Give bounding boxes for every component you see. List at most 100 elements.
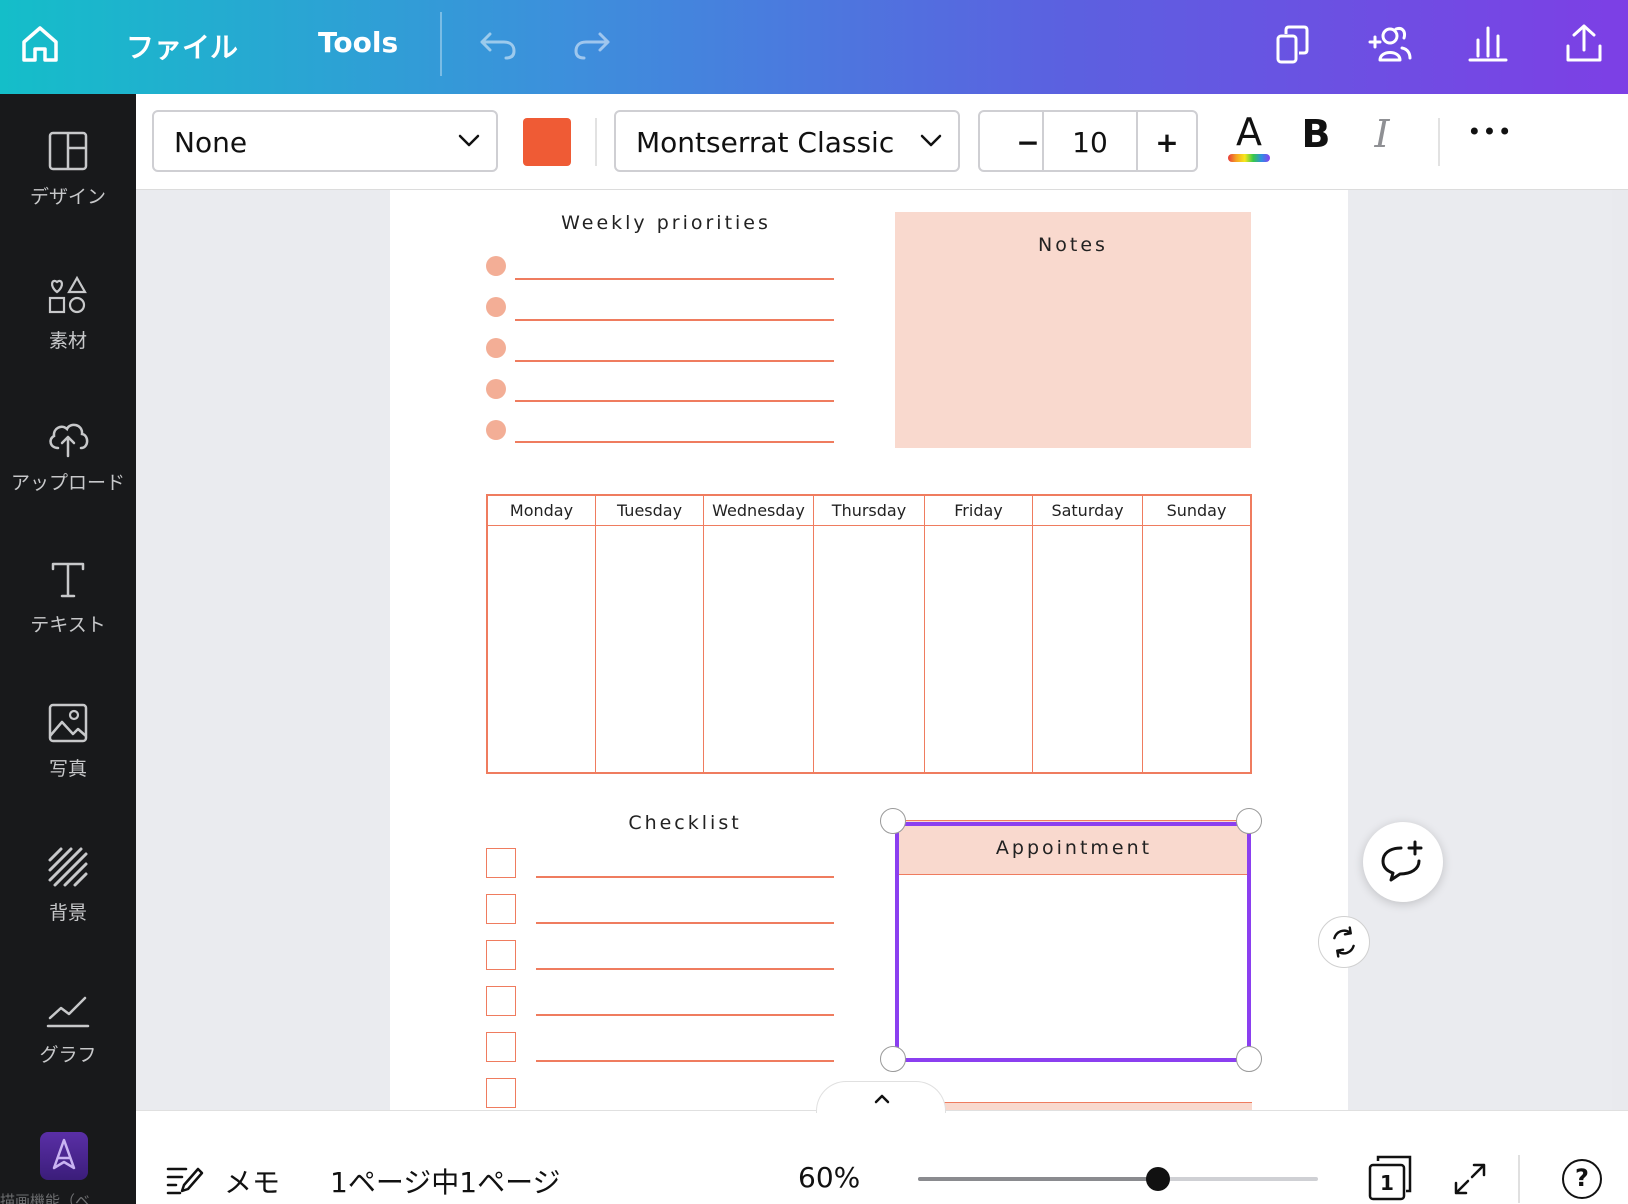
rotate-button[interactable] [1318,916,1370,968]
chevron-down-icon [458,134,480,147]
bold-button[interactable]: B [1292,112,1340,156]
share-people-icon[interactable] [1368,22,1412,66]
notes-pencil-icon[interactable] [166,1163,204,1197]
notes-heading[interactable]: Notes [895,234,1251,256]
bullet-dot[interactable] [486,338,506,358]
priority-line[interactable] [515,360,834,362]
style-select[interactable]: None [152,110,498,172]
priority-line[interactable] [515,278,834,280]
next-section-box[interactable] [896,1102,1252,1110]
increase-font-button[interactable]: + [1138,126,1196,159]
top-bar: ファイル Tools [0,0,1628,94]
chevron-down-icon [920,134,942,147]
selection-outline [895,822,1251,1062]
upload-share-icon[interactable] [1562,22,1606,66]
sidebar-item-label: グラフ [39,1044,97,1066]
priority-line[interactable] [515,319,834,321]
sidebar-item-label: 背景 [48,902,87,924]
checklist-line[interactable] [536,1014,834,1016]
help-button[interactable]: ? [1562,1159,1602,1199]
day-header: Friday [925,496,1032,526]
bullet-dot[interactable] [486,256,506,276]
checkbox[interactable] [486,940,516,970]
draw-app-icon[interactable] [40,1132,88,1180]
fullscreen-icon[interactable] [1452,1161,1488,1197]
chart-icon[interactable] [1466,22,1510,66]
color-swatch[interactable] [523,118,571,166]
checklist-heading[interactable]: Checklist [536,812,834,834]
priority-line[interactable] [515,400,834,402]
checklist-line[interactable] [536,1060,834,1062]
draw-pen-icon [52,1138,76,1170]
weekly-schedule-table[interactable]: Monday Tuesday Wednesday Thursday Friday… [486,494,1252,774]
font-size-input[interactable]: 10 [1044,126,1136,159]
checkbox[interactable] [486,1078,516,1108]
text-toolbar: None Montserrat Classic − 10 + A B I ••• [136,94,1628,190]
chevron-up-icon [874,1094,890,1104]
sidebar-item-graph[interactable]: グラフ [0,984,136,1094]
bullet-dot[interactable] [486,379,506,399]
home-icon[interactable] [18,22,62,66]
resize-handle-bottom-right[interactable] [1236,1046,1262,1072]
copy-pages-icon[interactable] [1272,22,1316,66]
design-page[interactable]: Weekly priorities Notes Monday Tuesday W… [390,190,1348,1110]
sidebar-item-text[interactable]: テキスト [0,554,136,664]
day-header: Thursday [814,496,924,526]
page-indicator[interactable]: 1ページ中1ページ [330,1161,561,1201]
sidebar-item-upload[interactable]: アップロード [0,412,136,522]
bullet-dot[interactable] [486,297,506,317]
day-header: Wednesday [704,496,813,526]
priority-line[interactable] [515,441,834,443]
resize-handle-top-right[interactable] [1236,808,1262,834]
photo-icon [48,703,88,743]
sidebar-item-photos[interactable]: 写真 [0,698,136,808]
resize-handle-bottom-left[interactable] [880,1046,906,1072]
checkbox[interactable] [486,848,516,878]
day-header: Sunday [1143,496,1250,526]
redo-icon[interactable] [570,22,614,66]
day-column[interactable]: Tuesday [596,496,704,772]
bullet-dot[interactable] [486,420,506,440]
sidebar-item-background[interactable]: 背景 [0,842,136,952]
day-header: Monday [488,496,595,526]
checkbox[interactable] [486,986,516,1016]
page-count-button[interactable]: 1 [1368,1155,1412,1201]
left-sidebar: デザイン 素材 アップロード テキスト 写真 背景 グラフ 描画機能（ベ [0,94,136,1204]
comment-add-icon [1381,840,1423,882]
weekly-priorities-heading[interactable]: Weekly priorities [486,212,846,234]
font-size-stepper: − 10 + [978,110,1198,172]
undo-icon[interactable] [476,22,520,66]
zoom-slider[interactable] [918,1167,1318,1191]
day-column[interactable]: Thursday [814,496,925,772]
day-column[interactable]: Saturday [1033,496,1143,772]
more-options-button[interactable]: ••• [1460,118,1520,146]
resize-handle-top-left[interactable] [880,808,906,834]
menu-tools[interactable]: Tools [318,26,398,59]
checklist-line[interactable] [536,922,834,924]
text-color-button[interactable]: A [1224,110,1274,172]
notes-label[interactable]: メモ [224,1161,280,1201]
menu-file[interactable]: ファイル [126,26,238,66]
day-header: Tuesday [596,496,703,526]
sidebar-item-design[interactable]: デザイン [0,126,136,236]
day-column[interactable]: Sunday [1143,496,1250,772]
bottombar-divider [1518,1155,1520,1203]
add-comment-button[interactable] [1363,822,1443,902]
expand-pages-tab[interactable] [816,1081,946,1113]
checklist-line[interactable] [536,876,834,878]
italic-button[interactable]: I [1358,112,1406,156]
zoom-slider-thumb[interactable] [1146,1167,1170,1191]
checkbox[interactable] [486,894,516,924]
day-column[interactable]: Monday [488,496,596,772]
canvas-area: Weekly priorities Notes Monday Tuesday W… [136,190,1612,1110]
day-column[interactable]: Friday [925,496,1033,772]
day-column[interactable]: Wednesday [704,496,814,772]
bottom-bar: メモ 1ページ中1ページ 60% 1 ? [136,1081,1628,1204]
notes-box[interactable]: Notes [895,212,1251,448]
checkbox[interactable] [486,1032,516,1062]
zoom-level[interactable]: 60% [798,1161,860,1194]
checklist-line[interactable] [536,968,834,970]
font-select[interactable]: Montserrat Classic [614,110,960,172]
background-icon [48,847,88,887]
sidebar-item-elements[interactable]: 素材 [0,270,136,380]
